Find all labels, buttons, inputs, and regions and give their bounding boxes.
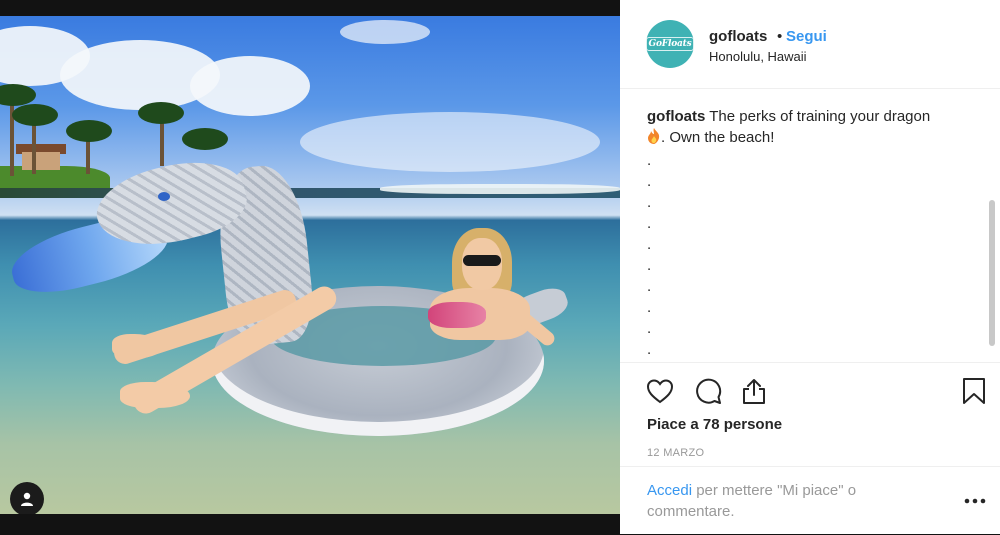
person-foot xyxy=(120,382,190,408)
palm-leaves xyxy=(138,102,184,124)
fire-emoji xyxy=(648,128,660,144)
bottom-letterbox xyxy=(0,514,620,534)
caption-dot: . xyxy=(647,341,652,358)
person-foot xyxy=(112,334,162,358)
avatar[interactable]: GoFloats xyxy=(645,20,695,68)
wave-foam xyxy=(380,184,620,194)
post-header: GoFloats gofloats • Segui Honolulu, Hawa… xyxy=(620,0,1000,89)
caption-dot: . xyxy=(647,278,652,295)
share-icon xyxy=(743,379,765,404)
login-prompt: Accedi per mettere "Mi piace" o commenta… xyxy=(620,466,1000,535)
heart-icon xyxy=(646,379,674,404)
username-link[interactable]: gofloats xyxy=(709,28,767,45)
more-options-button[interactable] xyxy=(962,493,988,509)
cloud xyxy=(340,20,430,44)
caption-dots: . . . . . . . . . . xyxy=(647,150,667,360)
caption-dot: . xyxy=(647,299,652,316)
cloud xyxy=(300,112,600,172)
comments-scrollbar[interactable] xyxy=(989,200,995,346)
post-sidebar: GoFloats gofloats • Segui Honolulu, Hawa… xyxy=(620,0,1000,534)
palm-leaves xyxy=(12,104,58,126)
caption-text-continued: . Own the beach! xyxy=(661,129,775,146)
post-date[interactable]: 12 MARZO xyxy=(647,447,704,459)
palm-leaves xyxy=(0,84,36,106)
comments-area[interactable]: gofloats The perks of training your drag… xyxy=(620,88,1000,362)
follow-button[interactable]: Segui xyxy=(786,28,827,45)
share-button[interactable] xyxy=(738,375,770,407)
avatar-logo-text: GoFloats xyxy=(645,37,695,51)
dragon-eye xyxy=(158,192,170,201)
login-text: Accedi per mettere "Mi piace" o commenta… xyxy=(647,480,907,522)
save-button[interactable] xyxy=(958,375,990,407)
comment-bubble-icon xyxy=(696,378,722,404)
caption-dot: . xyxy=(647,215,652,232)
caption-dot: . xyxy=(647,236,652,253)
person-sunglasses xyxy=(463,255,501,266)
caption-dot: . xyxy=(647,320,652,337)
house xyxy=(22,152,60,170)
caption-dot: . xyxy=(647,152,652,169)
post-photo[interactable] xyxy=(0,16,620,514)
palm-trunk xyxy=(10,96,14,176)
header-separator: • xyxy=(777,28,783,45)
caption-text: The perks of training your dragon xyxy=(709,108,931,125)
caption-dot: . xyxy=(647,173,652,190)
person-swimsuit xyxy=(428,302,486,328)
caption-username[interactable]: gofloats xyxy=(647,108,705,125)
palm-leaves xyxy=(182,128,228,150)
user-tag-icon xyxy=(21,492,33,506)
comment-button[interactable] xyxy=(692,375,724,407)
more-options-icon xyxy=(964,498,986,504)
bookmark-icon xyxy=(963,378,985,404)
likes-count[interactable]: Piace a 78 persone xyxy=(647,416,782,433)
location-link[interactable]: Honolulu, Hawaii xyxy=(709,49,807,64)
action-bar: Piace a 78 persone 12 MARZO xyxy=(620,362,1000,467)
top-letterbox xyxy=(0,0,620,16)
caption-dot: . xyxy=(647,257,652,274)
caption: gofloats The perks of training your drag… xyxy=(647,106,977,148)
cloud xyxy=(190,56,310,116)
user-tag-button[interactable] xyxy=(10,482,44,514)
like-button[interactable] xyxy=(644,375,676,407)
login-link[interactable]: Accedi xyxy=(647,482,692,499)
palm-leaves xyxy=(66,120,112,142)
caption-dot: . xyxy=(647,194,652,211)
